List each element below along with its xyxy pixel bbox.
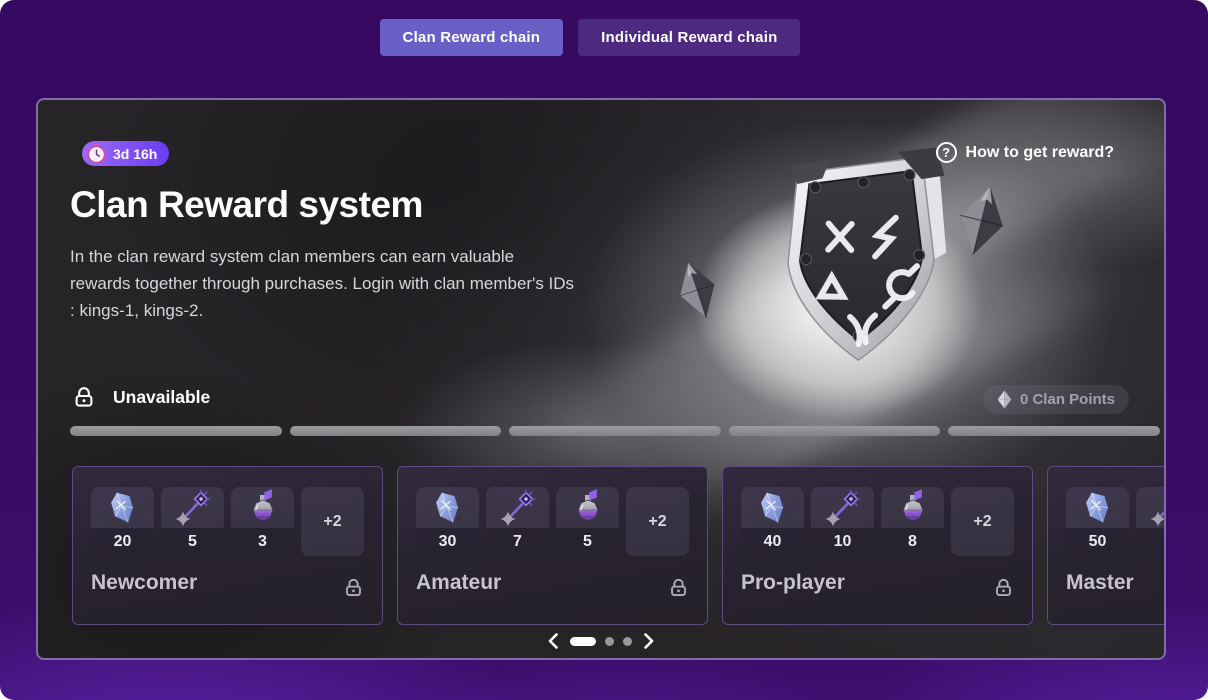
lock-icon [343, 577, 364, 598]
how-to-get-reward-link[interactable]: ? How to get reward? [936, 142, 1114, 163]
reward-count: 5 [556, 528, 619, 556]
more-rewards-tile[interactable]: +2 [301, 487, 364, 556]
reward-chain-tabs: Clan Reward chain Individual Reward chai… [0, 19, 1194, 56]
carousel-page-dot[interactable] [623, 637, 632, 646]
reward-count: 10 [811, 528, 874, 556]
lock-icon [72, 385, 96, 409]
clan-points-label: 0 Clan Points [1020, 391, 1115, 408]
reward-item: 30 [416, 487, 479, 556]
chevron-left-icon [547, 632, 559, 650]
reward-card-amateur[interactable]: 30 7 5 +2 Amateur [397, 466, 708, 625]
progress-bar [70, 426, 1160, 436]
lock-icon [668, 577, 689, 598]
shield-artwork [748, 138, 958, 393]
carousel-page-dot[interactable] [605, 637, 614, 646]
timer-badge-label: 3d 16h [113, 146, 157, 162]
clan-points-badge: 0 Clan Points [983, 385, 1129, 414]
wand-icon [811, 487, 874, 528]
reward-card-pro-player[interactable]: 40 10 8 +2 Pro-player [722, 466, 1033, 625]
more-rewards-tile[interactable]: +2 [626, 487, 689, 556]
crystal-icon [1066, 487, 1129, 528]
tab-individual-reward-chain[interactable]: Individual Reward chain [578, 19, 800, 56]
potion-icon [881, 487, 944, 528]
reward-item: 40 [741, 487, 804, 556]
more-rewards-tile[interactable]: +2 [951, 487, 1014, 556]
carousel-next-button[interactable] [641, 632, 657, 650]
reward-items: 20 5 3 +2 [91, 487, 364, 556]
status-row: Unavailable [72, 385, 210, 409]
card-title: Master [1066, 571, 1134, 595]
carousel-prev-button[interactable] [545, 632, 561, 650]
reward-item: 5 [556, 487, 619, 556]
progress-segment [948, 426, 1160, 436]
crystal-icon [91, 487, 154, 528]
tab-clan-reward-chain[interactable]: Clan Reward chain [380, 19, 564, 56]
progress-segment [509, 426, 721, 436]
reward-item: 20 [91, 487, 154, 556]
progress-segment [729, 426, 941, 436]
card-title: Amateur [416, 571, 501, 595]
crystal-icon [416, 487, 479, 528]
progress-segment [290, 426, 502, 436]
reward-count: 30 [416, 528, 479, 556]
reward-count: 8 [881, 528, 944, 556]
reward-items: 50 [1066, 487, 1166, 556]
reward-item: 7 [486, 487, 549, 556]
reward-item: 8 [881, 487, 944, 556]
reward-items: 30 7 5 +2 [416, 487, 689, 556]
page-description: In the clan reward system clan members c… [70, 243, 575, 324]
reward-count: 20 [91, 528, 154, 556]
reward-count: 3 [231, 528, 294, 556]
wand-icon [161, 487, 224, 528]
help-label: How to get reward? [966, 144, 1114, 162]
wand-icon [1136, 487, 1166, 528]
reward-items: 40 10 8 +2 [741, 487, 1014, 556]
reward-item: 3 [231, 487, 294, 556]
reward-count: 5 [161, 528, 224, 556]
gem-icon [997, 390, 1012, 409]
wand-icon [486, 487, 549, 528]
reward-card-master[interactable]: 50 Master [1047, 466, 1166, 625]
stopwatch-icon [86, 143, 107, 164]
reward-count: 50 [1066, 528, 1129, 556]
lock-icon [993, 577, 1014, 598]
timer-badge: 3d 16h [82, 141, 169, 166]
reward-card-newcomer[interactable]: 20 5 3 +2 Newcomer [72, 466, 383, 625]
chevron-right-icon [643, 632, 655, 650]
carousel-controls [545, 632, 657, 650]
progress-segment [70, 426, 282, 436]
crystal-icon [741, 487, 804, 528]
card-title: Pro-player [741, 571, 845, 595]
reward-item: 10 [811, 487, 874, 556]
reward-item [1136, 487, 1166, 556]
potion-icon [556, 487, 619, 528]
status-badge: Unavailable [113, 387, 210, 408]
page-title: Clan Reward system [70, 184, 423, 226]
reward-item: 5 [161, 487, 224, 556]
reward-item: 50 [1066, 487, 1129, 556]
reward-count: 40 [741, 528, 804, 556]
carousel-page-active[interactable] [570, 637, 596, 646]
reward-count [1136, 528, 1166, 556]
potion-icon [231, 487, 294, 528]
clan-reward-panel: 3d 16h Clan Reward system In the clan re… [36, 98, 1166, 660]
reward-count: 7 [486, 528, 549, 556]
reward-page: Clan Reward chain Individual Reward chai… [0, 0, 1208, 700]
question-mark-icon: ? [936, 142, 957, 163]
card-title: Newcomer [91, 571, 197, 595]
